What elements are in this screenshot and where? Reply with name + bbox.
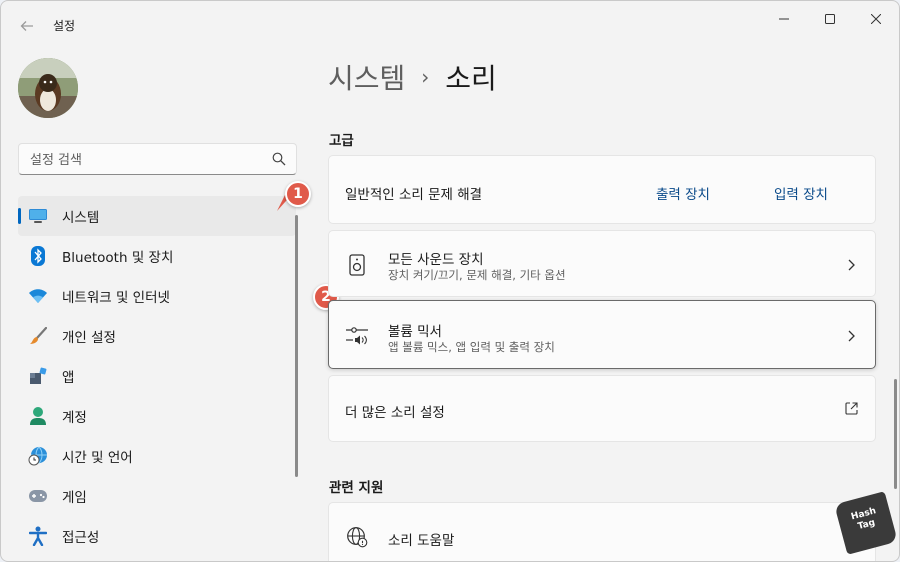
all-sound-devices-subtitle: 장치 켜기/끄기, 문제 해결, 기타 옵션 (388, 268, 566, 282)
sidebar-item-personalization[interactable]: 개인 설정 (18, 316, 296, 356)
app-title: 설정 (53, 19, 76, 33)
sidebar-item-network[interactable]: 네트워크 및 인터넷 (18, 276, 296, 316)
globe-help-icon (347, 527, 368, 548)
avatar-photo-icon (18, 58, 78, 118)
paintbrush-icon (28, 326, 48, 346)
chevron-right-icon (848, 330, 855, 342)
section-title-advanced: 고급 (329, 133, 354, 149)
breadcrumb: 시스템 › 소리 (328, 57, 497, 97)
maximize-icon (825, 14, 835, 24)
sidebar-item-label: 시스템 (62, 210, 100, 226)
search-box[interactable] (18, 143, 297, 175)
sound-help-title: 소리 도움말 (388, 533, 455, 549)
sidebar-item-label: Bluetooth 및 장치 (62, 250, 174, 266)
accessibility-icon (28, 526, 48, 546)
search-icon[interactable] (272, 152, 286, 166)
volume-mixer-title: 볼륨 믹서 (388, 324, 442, 340)
title-bar: 설정 (1, 1, 899, 49)
external-link-icon (845, 402, 858, 415)
bluetooth-icon (28, 246, 48, 266)
avatar[interactable] (18, 58, 78, 118)
sidebar-item-label: 네트워크 및 인터넷 (62, 290, 170, 306)
search-input[interactable] (30, 150, 260, 170)
sidebar-item-label: 앱 (62, 370, 75, 386)
globe-clock-icon (28, 446, 48, 466)
minimize-button[interactable] (761, 5, 807, 33)
input-device-link[interactable]: 입력 장치 (774, 183, 828, 203)
sidebar-item-accounts[interactable]: 계정 (18, 396, 296, 436)
chevron-right-icon (848, 259, 855, 271)
sidebar-nav: 시스템 Bluetooth 및 장치 네트워크 및 인터넷 개인 설정 앱 계정… (18, 196, 296, 556)
system-monitor-icon (28, 206, 48, 226)
more-sound-settings-card[interactable]: 더 많은 소리 설정 (328, 375, 876, 442)
annotation-badge-1: 1 (285, 181, 311, 207)
all-sound-devices-card[interactable]: 모든 사운드 장치 장치 켜기/끄기, 문제 해결, 기타 옵션 (328, 230, 876, 297)
sidebar-item-label: 접근성 (62, 530, 100, 546)
breadcrumb-parent[interactable]: 시스템 (328, 57, 405, 97)
sidebar-item-gaming[interactable]: 게임 (18, 476, 296, 516)
troubleshoot-card: 일반적인 소리 문제 해결 출력 장치 입력 장치 (328, 155, 876, 224)
account-icon (28, 406, 48, 426)
volume-mixer-icon (346, 327, 368, 345)
wifi-icon (28, 286, 48, 306)
back-button[interactable] (15, 15, 39, 37)
sidebar-item-label: 계정 (62, 410, 87, 426)
speaker-icon (349, 254, 365, 276)
sound-help-card[interactable]: 소리 도움말 (328, 502, 876, 561)
page-title: 소리 (445, 62, 497, 95)
settings-window: 설정 설정 검색 시스템 Bluetooth 및 장치 네트워크 및 인터넷 개… (0, 0, 900, 562)
output-device-link[interactable]: 출력 장치 (656, 183, 710, 203)
sidebar-scrollbar[interactable] (295, 215, 298, 477)
volume-mixer-subtitle: 앱 볼륨 믹스, 앱 입력 및 출력 장치 (388, 340, 555, 354)
sidebar-item-apps[interactable]: 앱 (18, 356, 296, 396)
back-arrow-icon (20, 21, 33, 31)
sidebar-item-time-language[interactable]: 시간 및 언어 (18, 436, 296, 476)
minimize-icon (779, 18, 789, 20)
breadcrumb-separator: › (421, 65, 430, 89)
sidebar-item-label: 시간 및 언어 (62, 450, 133, 466)
volume-mixer-card[interactable]: 볼륨 믹서 앱 볼륨 믹스, 앱 입력 및 출력 장치 (328, 300, 876, 369)
main-scrollbar[interactable] (894, 379, 897, 489)
gamepad-icon (28, 486, 48, 506)
sidebar-item-bluetooth[interactable]: Bluetooth 및 장치 (18, 236, 296, 276)
maximize-button[interactable] (807, 5, 853, 33)
close-icon (871, 14, 881, 24)
sidebar-item-accessibility[interactable]: 접근성 (18, 516, 296, 556)
more-sound-settings-title: 더 많은 소리 설정 (345, 405, 445, 421)
all-sound-devices-title: 모든 사운드 장치 (388, 252, 484, 268)
sidebar-item-label: 개인 설정 (62, 330, 116, 346)
troubleshoot-label: 일반적인 소리 문제 해결 (345, 187, 483, 203)
close-button[interactable] (853, 5, 899, 33)
sidebar-item-label: 게임 (62, 490, 87, 506)
apps-icon (28, 366, 48, 386)
section-title-related-support: 관련 지원 (329, 480, 384, 496)
sidebar-item-system[interactable]: 시스템 (18, 196, 296, 236)
